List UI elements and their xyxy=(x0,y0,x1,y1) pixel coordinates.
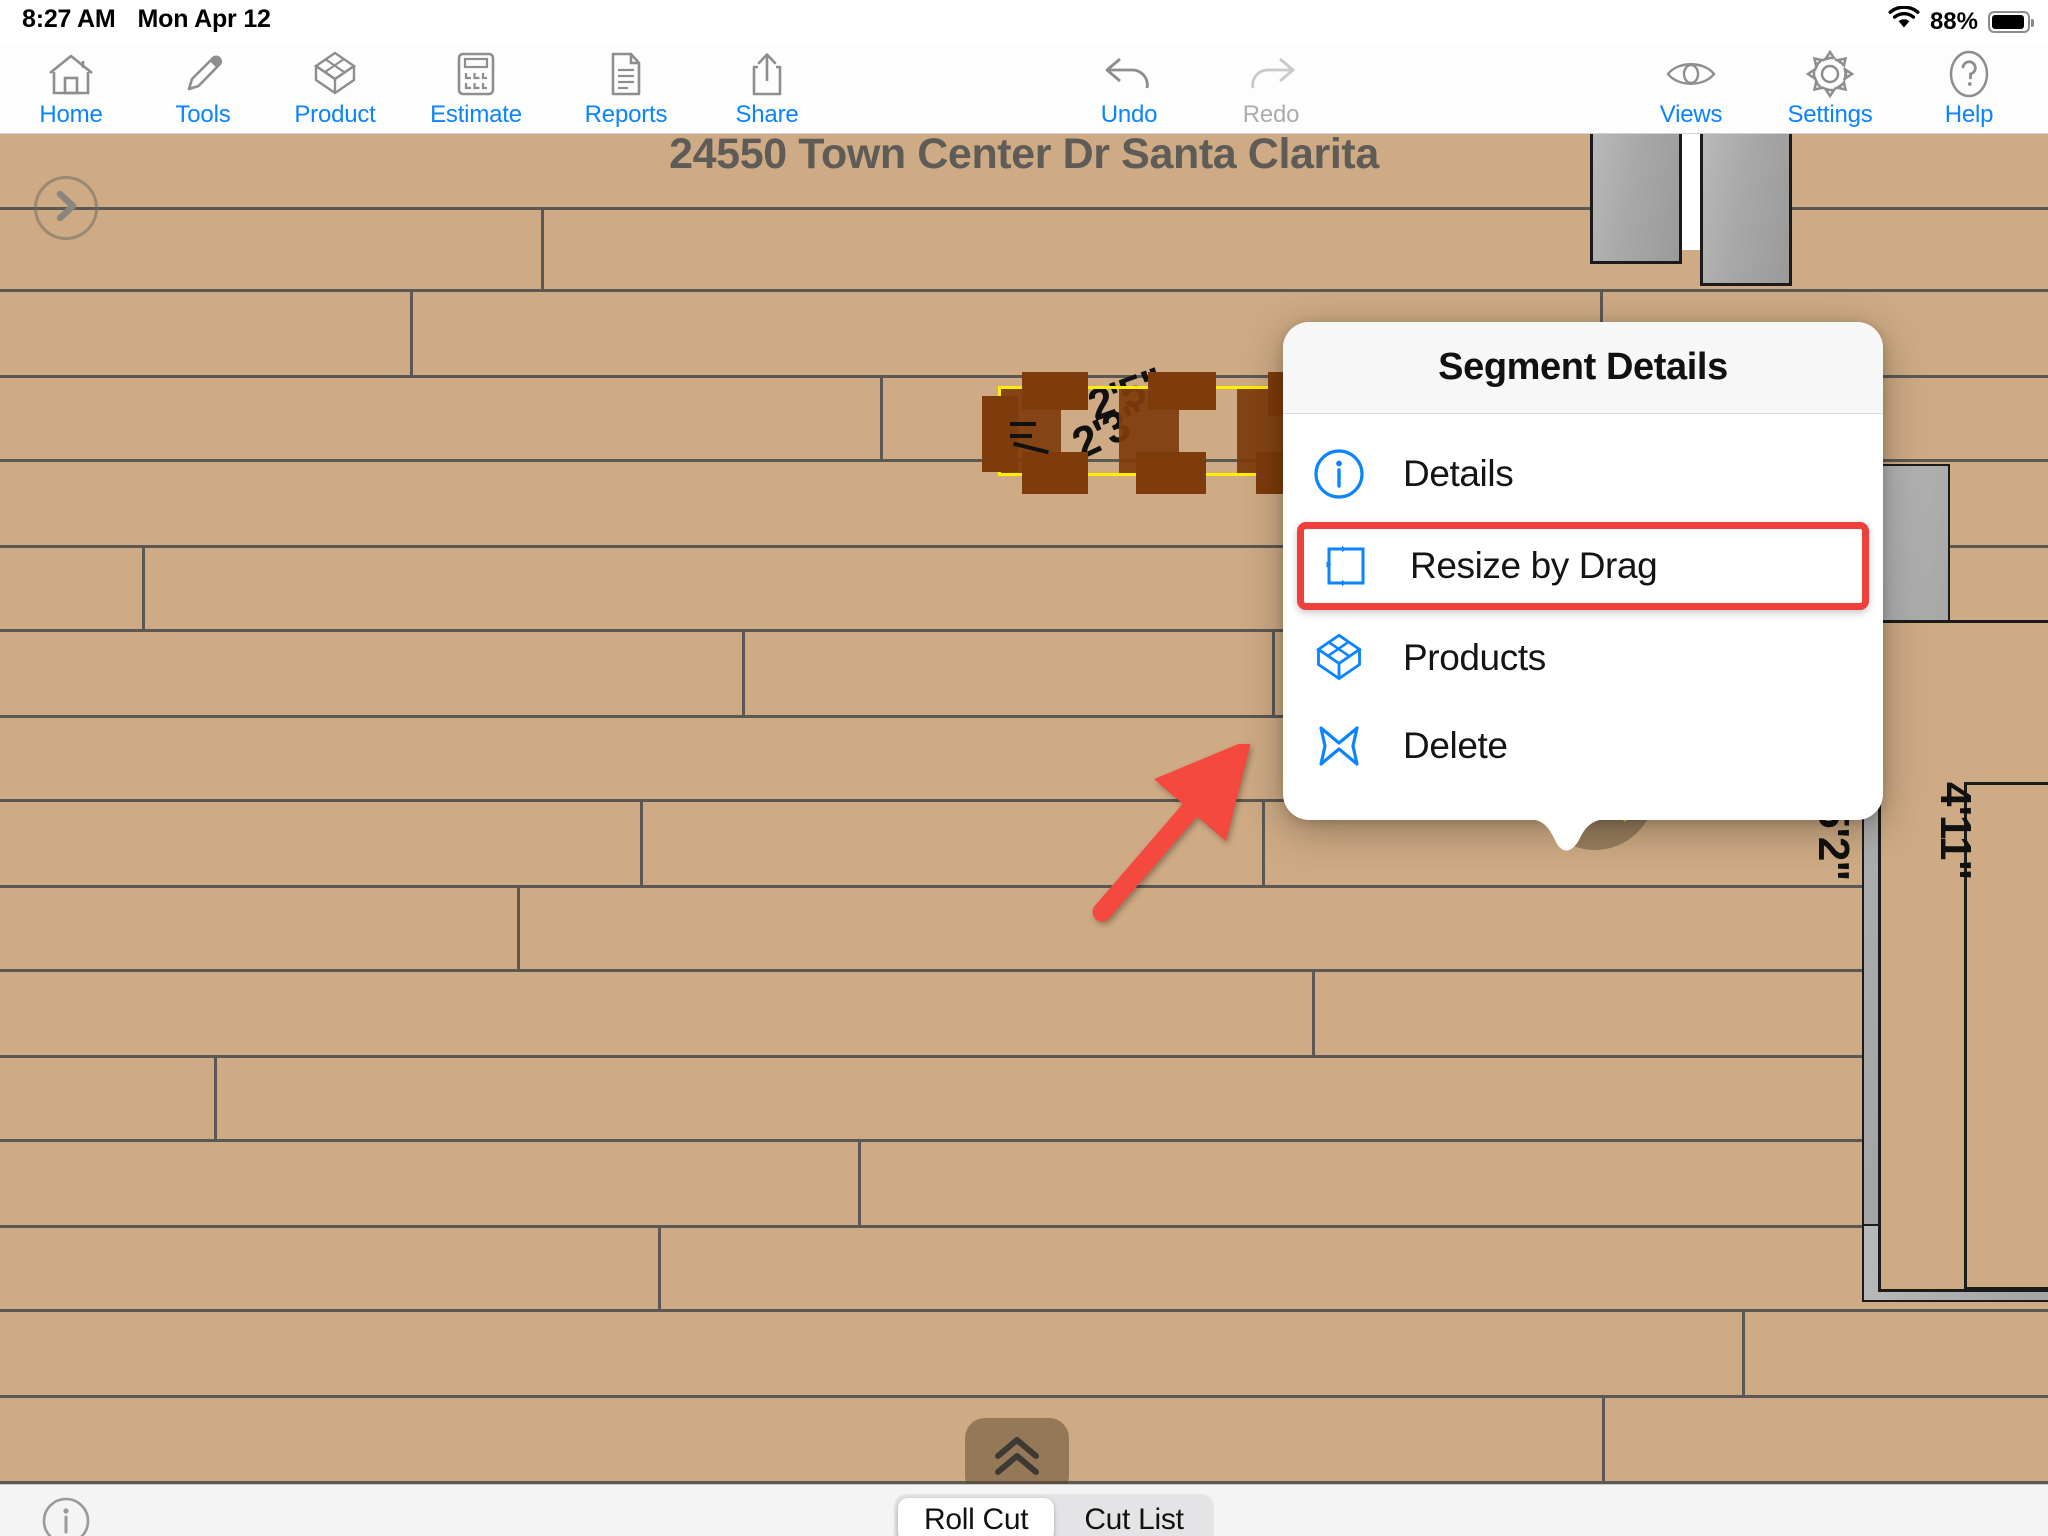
info-circle-icon xyxy=(42,1497,90,1536)
toolbar-label-help: Help xyxy=(1944,101,1994,128)
segment-plank-block xyxy=(1022,372,1088,410)
plank-row xyxy=(0,972,2048,1058)
segment-plank-block xyxy=(1022,452,1088,494)
toolbar-button-views[interactable]: Views xyxy=(1648,42,1734,127)
segment-plank-block xyxy=(1148,372,1216,410)
chevron-right-icon xyxy=(51,189,81,228)
toolbar-label-tools: Tools xyxy=(175,101,231,128)
toolbar-label-redo: Redo xyxy=(1242,101,1300,128)
info-circle-icon xyxy=(1311,447,1367,501)
popover-menu-list: Details Resize by Drag Products Delete xyxy=(1283,414,1883,820)
segment-plank-block xyxy=(1136,452,1206,494)
panel-expand-toggle[interactable] xyxy=(34,176,98,240)
popover-label-details: Details xyxy=(1403,453,1514,494)
wifi-icon xyxy=(1888,5,1920,37)
popover-label-resize-by-drag: Resize by Drag xyxy=(1410,545,1658,586)
status-bar: 8:27 AM Mon Apr 12 88% xyxy=(0,0,2048,42)
popover-header: Segment Details xyxy=(1283,322,1883,414)
chevrons-up-icon xyxy=(988,1432,1046,1483)
toolbar-label-undo: Undo xyxy=(1100,101,1158,128)
popover-item-resize-by-drag[interactable]: Resize by Drag xyxy=(1297,522,1869,610)
status-time: 8:27 AM xyxy=(22,5,116,33)
toolbar-button-help[interactable]: Help xyxy=(1926,42,2012,127)
toolbar-button-share[interactable]: Share xyxy=(724,42,810,127)
info-button[interactable] xyxy=(40,1495,92,1536)
popover-title: Segment Details xyxy=(1438,346,1728,388)
plank-row xyxy=(0,1228,2048,1312)
share-up-arrow-icon xyxy=(747,48,787,100)
floor-area-closet xyxy=(1964,782,2048,1290)
eye-icon xyxy=(1664,48,1718,100)
plank-row xyxy=(0,1058,2048,1142)
wall-segment-upper-left xyxy=(1590,134,1682,264)
toolbar-label-views: Views xyxy=(1659,101,1723,128)
pencil-icon xyxy=(180,48,226,100)
popover-label-products: Products xyxy=(1403,637,1546,678)
toolbar-label-product: Product xyxy=(294,101,376,128)
status-bar-left: 8:27 AM Mon Apr 12 xyxy=(22,5,271,34)
house-icon xyxy=(46,48,96,100)
toolbar-button-redo[interactable]: Redo xyxy=(1228,42,1314,127)
plank-row xyxy=(0,1312,2048,1398)
bottom-bar: Roll Cut Cut List xyxy=(0,1484,2048,1536)
battery-icon xyxy=(1988,10,2034,33)
toolbar-label-share: Share xyxy=(735,101,799,128)
toolbar-label-reports: Reports xyxy=(584,101,668,128)
undo-arrow-icon xyxy=(1102,48,1156,100)
main-toolbar: Home Tools Product Estimate Reports Shar… xyxy=(0,42,2048,134)
doorway-gap xyxy=(1682,134,1700,250)
segment-option-cut-list[interactable]: Cut List xyxy=(1058,1498,1209,1536)
toolbar-left-group: Home Tools Product Estimate Reports Shar… xyxy=(28,42,810,134)
popover-tail xyxy=(1509,818,1627,851)
redo-arrow-icon xyxy=(1244,48,1298,100)
box-3d-icon xyxy=(1311,631,1367,685)
plank-row xyxy=(0,1142,2048,1228)
toolbar-label-estimate: Estimate xyxy=(430,101,522,128)
toolbar-button-undo[interactable]: Undo xyxy=(1086,42,1172,127)
toolbar-right-group: Views Settings Help xyxy=(1648,42,2012,134)
battery-percent: 88% xyxy=(1929,7,1978,35)
app-root: 8:27 AM Mon Apr 12 88% Home Tools Produc… xyxy=(0,0,2048,1536)
toolbar-button-tools[interactable]: Tools xyxy=(160,42,246,127)
plank-row xyxy=(0,888,2048,972)
popover-item-products[interactable]: Products xyxy=(1283,614,1883,702)
segment-details-popover: Segment Details Details Resize by Drag P… xyxy=(1283,322,1883,851)
calculator-icon xyxy=(455,48,497,100)
resize-square-icon xyxy=(1318,540,1374,592)
wall-segment-upper-right xyxy=(1700,134,1792,286)
toolbar-button-settings[interactable]: Settings xyxy=(1778,42,1882,127)
toolbar-label-home: Home xyxy=(39,101,103,128)
toolbar-button-product[interactable]: Product xyxy=(292,42,378,127)
status-bar-right: 88% xyxy=(1888,5,2034,37)
status-date: Mon Apr 12 xyxy=(137,5,271,33)
document-icon xyxy=(606,48,646,100)
question-circle-icon xyxy=(1947,48,1991,100)
toolbar-label-settings: Settings xyxy=(1787,101,1873,128)
gear-icon xyxy=(1805,48,1855,100)
popover-item-details[interactable]: Details xyxy=(1283,430,1883,518)
toolbar-center-group: Undo Redo xyxy=(1086,42,1314,134)
view-mode-segmented-control: Roll Cut Cut List xyxy=(894,1494,1214,1536)
popover-label-delete: Delete xyxy=(1403,725,1508,766)
box-3d-icon xyxy=(310,48,360,100)
x-cross-icon xyxy=(1311,719,1367,773)
toolbar-button-home[interactable]: Home xyxy=(28,42,114,127)
segment-option-roll-cut[interactable]: Roll Cut xyxy=(898,1498,1055,1536)
toolbar-button-estimate[interactable]: Estimate xyxy=(424,42,528,127)
toolbar-button-reports[interactable]: Reports xyxy=(574,42,678,127)
popover-item-delete[interactable]: Delete xyxy=(1283,702,1883,790)
